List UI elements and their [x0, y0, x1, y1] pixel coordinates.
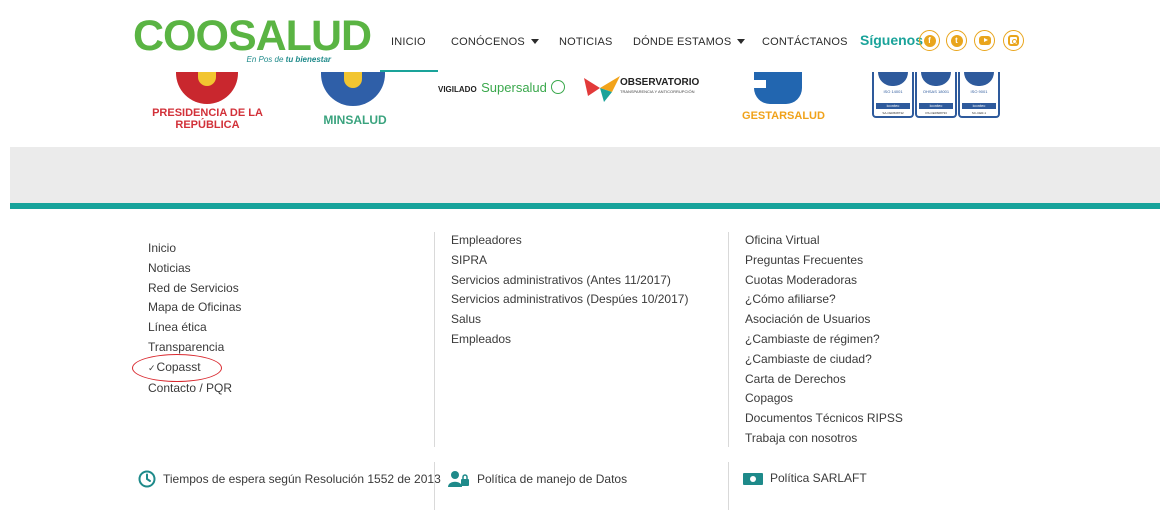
nav-noticias-label: NOTICIAS: [559, 36, 613, 48]
footer-link-red-de-servicios[interactable]: Red de Servicios: [148, 279, 241, 299]
twitter-icon[interactable]: t: [946, 30, 967, 51]
footer-col-3: Oficina Virtual Preguntas Frecuentes Cuo…: [745, 231, 903, 449]
footer-link-inicio[interactable]: Inicio: [148, 239, 241, 259]
sarlaft-link[interactable]: Política SARLAFT: [743, 470, 867, 486]
tiempos-label: Tiempos de espera según Resolución 1552 …: [163, 472, 441, 486]
footer-link-carta-derechos[interactable]: Carta de Derechos: [745, 370, 903, 390]
cert-brand: icontec: [919, 103, 953, 109]
footer-link-preguntas-frecuentes[interactable]: Preguntas Frecuentes: [745, 251, 903, 271]
footer-link-sipra[interactable]: SIPRA: [451, 251, 688, 271]
footer-link-documentos-ripss[interactable]: Documentos Técnicos RIPSS: [745, 409, 903, 429]
presidencia-label: PRESIDENCIA DE LA REPÚBLICA: [152, 107, 263, 131]
site-header: COOSALUD En Pos de tu bienestar INICIO C…: [0, 0, 1160, 72]
observatorio-label: OBSERVATORIO: [620, 77, 700, 88]
footer-link-noticias[interactable]: Noticias: [148, 259, 241, 279]
nav-inicio-label: INICIO: [391, 36, 426, 48]
highlight-oval: [132, 354, 222, 382]
minsalud-label: MINSALUD: [323, 113, 387, 127]
nav-conocenos[interactable]: CONÓCENOS: [451, 36, 539, 48]
footer-link-asociacion-usuarios[interactable]: Asociación de Usuarios: [745, 310, 903, 330]
column-divider: [728, 232, 729, 447]
footer-link-mapa-de-oficinas[interactable]: Mapa de Oficinas: [148, 298, 241, 318]
tagline-prefix: En Pos de: [246, 55, 286, 64]
supersalud-leaf-icon: [551, 80, 566, 94]
nav-donde-estamos-label: DÓNDE ESTAMOS: [633, 36, 732, 48]
logo-tagline: En Pos de tu bienestar: [247, 55, 331, 64]
logo-wordmark: COOSALUD: [133, 12, 372, 60]
footer-link-cuotas-moderadoras[interactable]: Cuotas Moderadoras: [745, 271, 903, 291]
cert-code: OHSAS 18001: [922, 89, 950, 94]
clock-icon: [138, 470, 156, 488]
footer-link-cambiaste-ciudad[interactable]: ¿Cambiaste de ciudad?: [745, 350, 903, 370]
minsalud-seal-icon: [321, 72, 385, 106]
facebook-icon[interactable]: f: [919, 30, 940, 51]
footer-link-servicios-antes[interactable]: Servicios administrativos (Antes 11/2017…: [451, 271, 688, 291]
cert-brand: icontec: [876, 103, 910, 109]
column-divider: [728, 462, 729, 510]
sarlaft-label: Política SARLAFT: [770, 471, 867, 485]
column-divider: [434, 462, 435, 510]
footer-link-contacto-pqr[interactable]: Contacto / PQR: [148, 379, 241, 399]
tagline-bold: tu bienestar: [285, 55, 331, 64]
youtube-icon[interactable]: [974, 30, 995, 51]
certification-iso9001: ISO 9001 icontec SC-CER-1: [958, 72, 1000, 118]
footer-link-trabaja-con-nosotros[interactable]: Trabaja con nosotros: [745, 429, 903, 449]
nav-inicio[interactable]: INICIO: [391, 36, 426, 48]
footer-link-empleadores[interactable]: Empleadores: [451, 231, 688, 251]
observatorio-mark-icon: [584, 76, 620, 102]
nav-active-indicator: [380, 70, 438, 72]
footer-link-oficina-virtual[interactable]: Oficina Virtual: [745, 231, 903, 251]
cert-code: ISO 9001: [970, 89, 988, 94]
vigilado-label: VIGILADO: [438, 85, 477, 94]
nav-noticias[interactable]: NOTICIAS: [559, 36, 613, 48]
grey-band: [10, 147, 1160, 203]
chevron-down-icon: [530, 39, 539, 44]
cert-id: SC-CER-1: [971, 111, 987, 115]
cert-code: ISO 14001: [883, 89, 903, 94]
instagram-icon[interactable]: [1003, 30, 1024, 51]
nav-contactanos-label: CONTÁCTANOS: [762, 36, 848, 48]
tiempos-espera-link[interactable]: Tiempos de espera según Resolución 1552 …: [138, 470, 441, 488]
accent-divider: [10, 203, 1160, 209]
footer-link-salus[interactable]: Salus: [451, 310, 688, 330]
certification-iso14001: ISO 14001 icontec SA-CER608732: [872, 72, 914, 118]
column-divider: [434, 232, 435, 447]
chevron-down-icon: [737, 39, 746, 44]
money-icon: [743, 473, 763, 485]
presidencia-seal-icon: [176, 72, 238, 104]
politica-datos-label: Política de manejo de Datos: [477, 472, 628, 486]
footer-link-copagos[interactable]: Copagos: [745, 389, 903, 409]
gestarsalud-label: GESTARSALUD: [742, 110, 825, 122]
cert-id: SA-CER608732: [882, 111, 904, 115]
cert-brand: icontec: [962, 103, 996, 109]
footer-link-cambiaste-regimen[interactable]: ¿Cambiaste de régimen?: [745, 330, 903, 350]
nav-donde-estamos[interactable]: DÓNDE ESTAMOS: [633, 36, 746, 48]
coosalud-logo[interactable]: COOSALUD En Pos de tu bienestar: [133, 14, 372, 66]
footer-link-como-afiliarse[interactable]: ¿Cómo afiliarse?: [745, 290, 903, 310]
supersalud-logo[interactable]: VIGILADO Supersalud: [438, 79, 566, 97]
nav-contactanos[interactable]: CONTÁCTANOS: [762, 36, 848, 48]
footer-link-linea-etica[interactable]: Línea ética: [148, 318, 241, 338]
footer-col-2: Empleadores SIPRA Servicios administrati…: [451, 231, 688, 350]
follow-label: Síguenos: [860, 32, 924, 48]
certification-ohsas18001: OHSAS 18001 icontec OS-CER608733: [915, 72, 957, 118]
supersalud-label: Supersalud: [481, 80, 547, 95]
observatorio-sub-label: TRANSPARENCIA Y ANTICORRUPCIÓN: [620, 89, 695, 94]
cert-id: OS-CER608733: [925, 111, 947, 115]
politica-datos-link[interactable]: Política de manejo de Datos: [448, 470, 627, 488]
footer-link-servicios-despues[interactable]: Servicios administrativos (Despúes 10/20…: [451, 290, 688, 310]
footer-link-empleados[interactable]: Empleados: [451, 330, 688, 350]
user-lock-icon: [448, 471, 469, 487]
gestarsalud-mark-icon: [744, 72, 802, 104]
nav-conocenos-label: CONÓCENOS: [451, 36, 525, 48]
